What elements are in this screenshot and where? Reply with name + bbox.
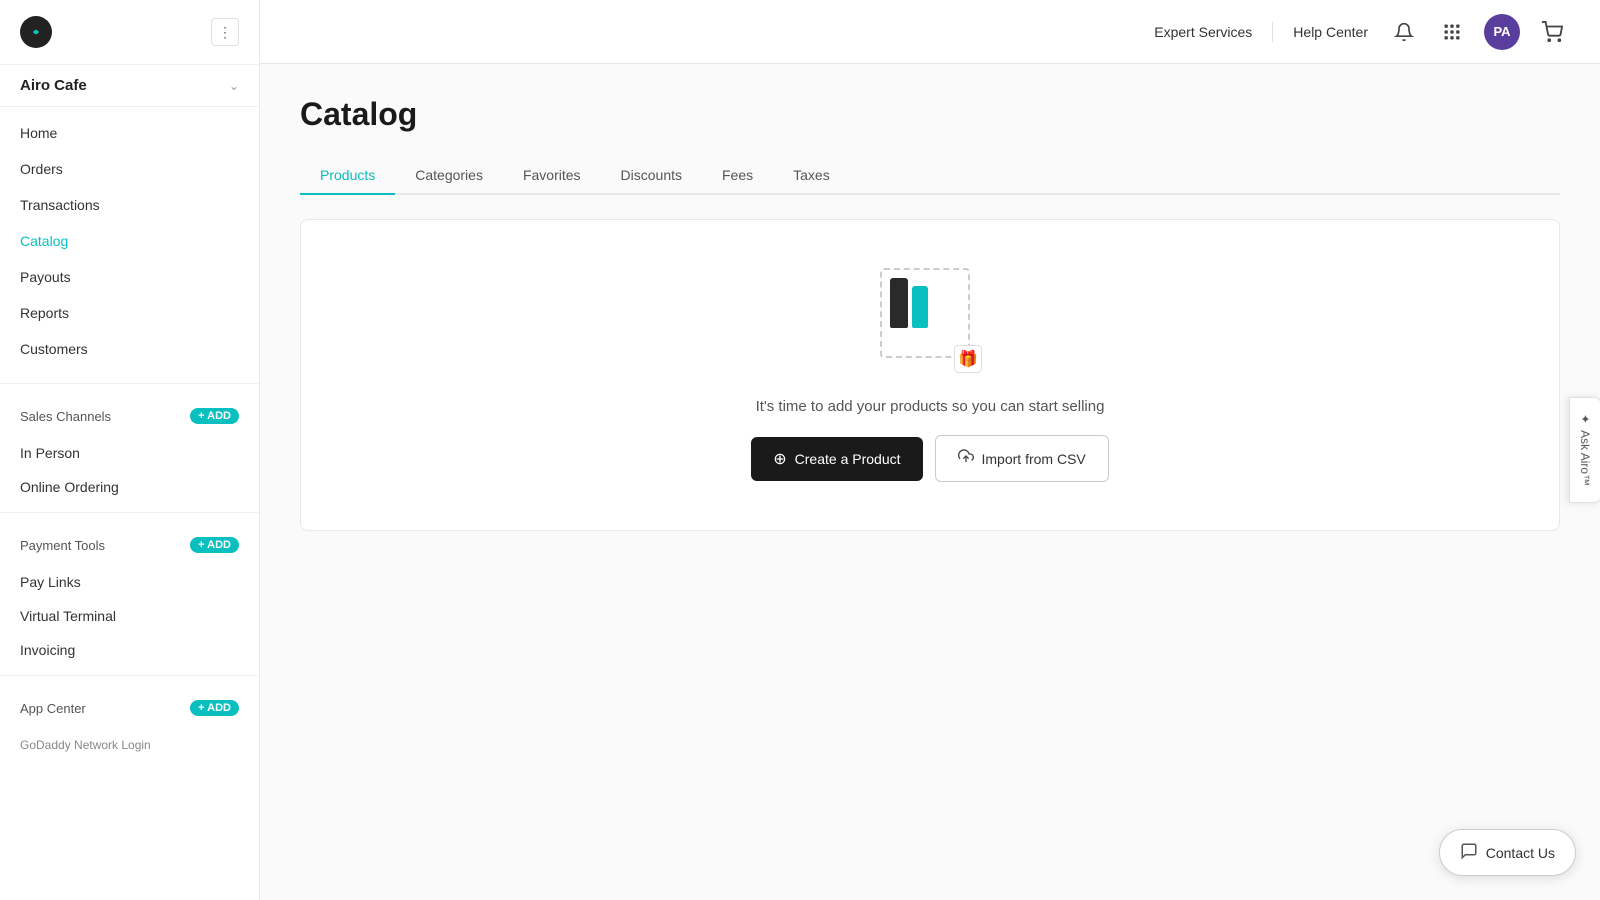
sidebar-item-in-person[interactable]: In Person <box>0 436 259 470</box>
tab-categories[interactable]: Categories <box>395 157 503 195</box>
empty-state-inner: 🎁 It's time to add your products so you … <box>751 268 1109 482</box>
create-product-label: Create a Product <box>795 451 901 467</box>
gift-icon: 🎁 <box>954 345 982 373</box>
store-name: Airo Cafe <box>20 77 229 94</box>
sales-channels-label: Sales Channels <box>20 409 111 424</box>
sidebar-item-payouts[interactable]: Payouts <box>0 259 259 295</box>
sales-channels-header: Sales Channels + ADD <box>20 408 239 424</box>
empty-state-card: 🎁 It's time to add your products so you … <box>300 219 1560 531</box>
sidebar-item-customers[interactable]: Customers <box>0 331 259 367</box>
sidebar-item-orders[interactable]: Orders <box>0 151 259 187</box>
app-center-add-button[interactable]: + ADD <box>190 700 239 716</box>
sidebar-header: ⋮ <box>0 0 259 65</box>
payment-tools-label: Payment Tools <box>20 538 105 553</box>
plus-circle-icon: ⊕ <box>773 449 786 469</box>
store-name-row[interactable]: Airo Cafe ⌄ <box>0 65 259 107</box>
app-center-label: App Center <box>20 701 86 716</box>
content-area: Catalog Products Categories Favorites Di… <box>260 64 1600 900</box>
collapse-sidebar-button[interactable]: ⋮ <box>211 18 239 46</box>
sidebar-logo <box>20 16 52 48</box>
tab-products[interactable]: Products <box>300 157 395 195</box>
bottle-dark <box>890 278 908 328</box>
cart-icon[interactable] <box>1536 16 1568 48</box>
app-center-header: App Center + ADD <box>20 700 239 716</box>
tab-fees[interactable]: Fees <box>702 157 773 195</box>
tab-taxes[interactable]: Taxes <box>773 157 850 195</box>
apps-grid-icon[interactable] <box>1436 16 1468 48</box>
ask-airo-label: Ask Airo™ <box>1578 430 1592 486</box>
app-center-section: App Center + ADD <box>0 684 259 728</box>
contact-us-button[interactable]: Contact Us <box>1439 829 1576 876</box>
sidebar-item-invoicing[interactable]: Invoicing <box>0 633 259 667</box>
ask-airo-icon: ✦ <box>1578 414 1592 424</box>
divider-3 <box>0 675 259 676</box>
upload-icon <box>958 448 974 469</box>
create-product-button[interactable]: ⊕ Create a Product <box>751 437 922 481</box>
sidebar-item-pay-links[interactable]: Pay Links <box>0 565 259 599</box>
tab-discounts[interactable]: Discounts <box>601 157 702 195</box>
divider-1 <box>0 383 259 384</box>
bottle-teal <box>912 286 928 328</box>
sidebar-item-online-ordering[interactable]: Online Ordering <box>0 470 259 504</box>
tab-favorites[interactable]: Favorites <box>503 157 601 195</box>
sidebar-item-reports[interactable]: Reports <box>0 295 259 331</box>
expert-services-link[interactable]: Expert Services <box>1154 24 1252 40</box>
payment-tools-add-button[interactable]: + ADD <box>190 537 239 553</box>
chat-icon <box>1460 842 1478 863</box>
sidebar: ⋮ Airo Cafe ⌄ Home Orders Transactions C… <box>0 0 260 900</box>
topbar: Expert Services Help Center <box>260 0 1600 64</box>
main-area: Expert Services Help Center <box>260 0 1600 900</box>
topbar-icons: PA <box>1388 14 1568 50</box>
sidebar-item-virtual-terminal[interactable]: Virtual Terminal <box>0 599 259 633</box>
page-title: Catalog <box>300 96 1560 133</box>
sidebar-item-catalog[interactable]: Catalog <box>0 223 259 259</box>
topbar-divider <box>1272 22 1273 42</box>
sidebar-nav: Home Orders Transactions Catalog Payouts… <box>0 107 259 375</box>
godaddy-network-link[interactable]: GoDaddy Network Login <box>0 728 259 762</box>
logo-icon <box>20 16 52 48</box>
contact-us-label: Contact Us <box>1486 845 1555 861</box>
notification-icon[interactable] <box>1388 16 1420 48</box>
payment-tools-section: Payment Tools + ADD <box>0 521 259 565</box>
sidebar-item-home[interactable]: Home <box>0 115 259 151</box>
ask-airo-tab[interactable]: ✦ Ask Airo™ <box>1569 397 1600 503</box>
payment-tools-header: Payment Tools + ADD <box>20 537 239 553</box>
sales-channels-section: Sales Channels + ADD <box>0 392 259 436</box>
sales-channels-add-button[interactable]: + ADD <box>190 408 239 424</box>
import-csv-label: Import from CSV <box>982 451 1086 467</box>
avatar[interactable]: PA <box>1484 14 1520 50</box>
empty-state-actions: ⊕ Create a Product Import from CSV <box>751 435 1109 482</box>
import-csv-button[interactable]: Import from CSV <box>935 435 1109 482</box>
divider-2 <box>0 512 259 513</box>
sidebar-item-transactions[interactable]: Transactions <box>0 187 259 223</box>
catalog-tabs: Products Categories Favorites Discounts … <box>300 157 1560 195</box>
help-center-link[interactable]: Help Center <box>1293 24 1368 40</box>
product-bottles-image <box>890 278 928 328</box>
chevron-down-icon: ⌄ <box>229 79 239 93</box>
empty-state-illustration: 🎁 <box>870 268 990 378</box>
empty-state-text: It's time to add your products so you ca… <box>756 398 1105 415</box>
